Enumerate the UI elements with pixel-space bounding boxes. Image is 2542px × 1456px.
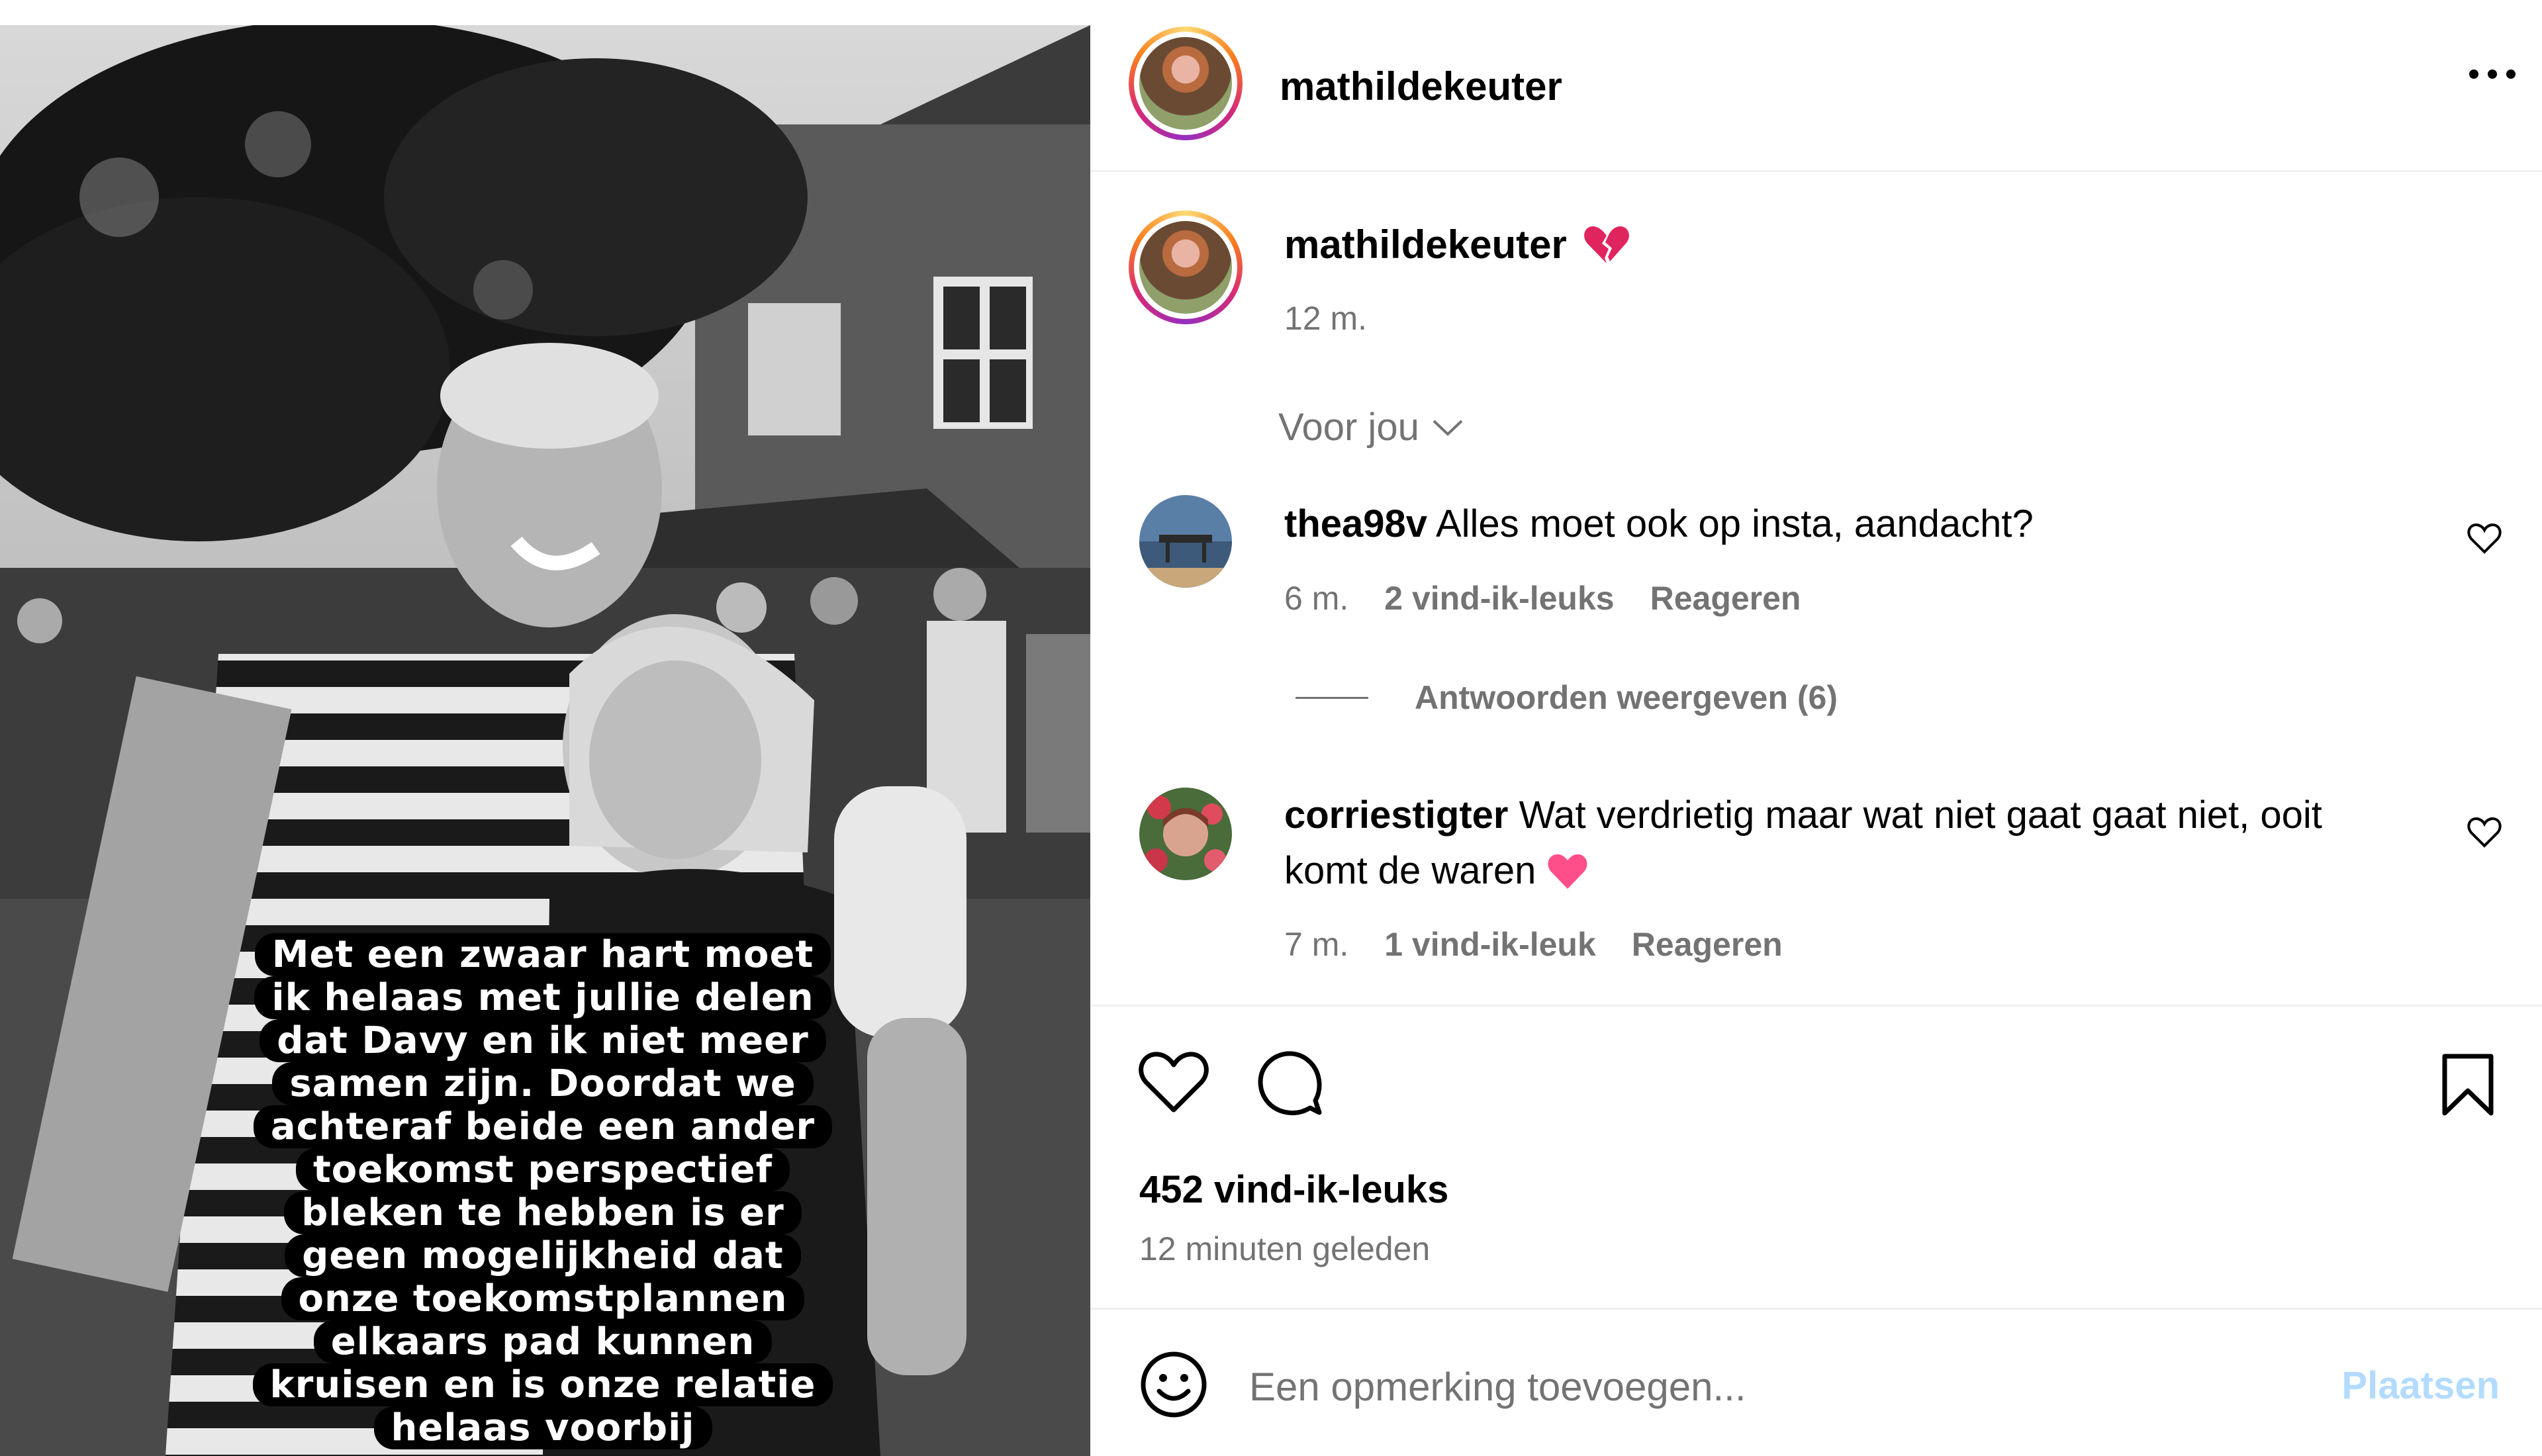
- image-caption-line: ik helaas met jullie delen: [254, 976, 831, 1019]
- comment-time: 7 m.: [1284, 926, 1349, 963]
- comment-likes[interactable]: 2 vind-ik-leuks: [1384, 579, 1614, 617]
- smiley-icon[interactable]: [1139, 1350, 1208, 1419]
- header-username[interactable]: mathildekeuter: [1280, 64, 1562, 109]
- caption-avatar[interactable]: [1129, 210, 1243, 324]
- comment-avatar[interactable]: [1139, 788, 1232, 880]
- comment-like-heart-icon[interactable]: [2466, 520, 2503, 557]
- comment-text: Alles moet ook op insta, aandacht?: [1435, 502, 2034, 545]
- reply-button[interactable]: Reageren: [1650, 579, 1801, 617]
- image-caption-line: geen mogelijkheid dat: [285, 1234, 801, 1277]
- image-caption-line: onze toekomstplannen: [281, 1277, 805, 1320]
- comment-username[interactable]: thea98v: [1284, 502, 1427, 545]
- comment-avatar[interactable]: [1139, 495, 1232, 588]
- composer-divider: [1090, 1308, 2542, 1310]
- comment-filter-dropdown[interactable]: Voor jou: [1278, 405, 1464, 449]
- image-caption-line: samen zijn. Doordat we: [272, 1062, 814, 1105]
- image-caption-line: kruisen en is onze relatie: [252, 1363, 833, 1406]
- post-timestamp[interactable]: 12 minuten geleden: [1139, 1230, 1430, 1268]
- comment-filter-label: Voor jou: [1278, 406, 1419, 449]
- comment-body: corriestigter Wat verdrietig maar wat ni…: [1284, 788, 2370, 899]
- more-horizontal-icon[interactable]: [2469, 69, 2516, 79]
- image-caption-line: dat Davy en ik niet meer: [259, 1019, 826, 1062]
- reply-button[interactable]: Reageren: [1632, 925, 1783, 964]
- post-header: mathildekeuter: [1090, 0, 2542, 172]
- caption-username[interactable]: mathildekeuter: [1284, 222, 1567, 267]
- image-caption-line: helaas voorbij: [373, 1406, 712, 1449]
- broken-heart-emoji: [1584, 226, 1629, 263]
- post-image: Met een zwaar hart moet ik helaas met ju…: [0, 0, 1090, 1456]
- comment-input[interactable]: [1249, 1357, 2242, 1416]
- view-replies-label: Antwoorden weergeven (6): [1415, 679, 1838, 716]
- comment-like-heart-icon[interactable]: [2466, 814, 2503, 851]
- view-replies-button[interactable]: Antwoorden weergeven (6): [1295, 678, 1838, 717]
- comment-meta: 7 m. 1 vind-ik-leuk Reageren: [1284, 925, 1783, 964]
- image-caption-overlay: Met een zwaar hart moet ik helaas met ju…: [252, 933, 834, 1449]
- image-caption-line: toekomst perspectief: [296, 1148, 790, 1191]
- comment-likes[interactable]: 1 vind-ik-leuk: [1384, 925, 1596, 964]
- post-side-panel: mathildekeuter mathildekeuter 12 m. Voor…: [1090, 0, 2542, 1456]
- actions-divider: [1090, 1005, 2542, 1007]
- caption-time: 12 m.: [1284, 300, 1368, 337]
- comment-username[interactable]: corriestigter: [1284, 794, 1508, 837]
- image-caption-line: bleken te hebben is er: [284, 1191, 802, 1234]
- comment-icon[interactable]: [1256, 1049, 1325, 1118]
- comment-body: thea98v Alles moet ook op insta, aandach…: [1284, 496, 2370, 552]
- likes-count[interactable]: 452 vind-ik-leuks: [1139, 1167, 1448, 1212]
- post-comment-button[interactable]: Plaatsen: [2341, 1363, 2500, 1408]
- bookmark-icon[interactable]: [2439, 1052, 2496, 1117]
- header-avatar[interactable]: [1129, 26, 1243, 140]
- replies-divider: [1295, 696, 1368, 699]
- comment-time: 6 m.: [1284, 580, 1349, 617]
- image-caption-line: achteraf beide een ander: [253, 1105, 833, 1148]
- heart-icon[interactable]: [1138, 1049, 1209, 1115]
- chevron-down-icon: [1433, 420, 1463, 436]
- image-caption-line: Met een zwaar hart moet: [254, 933, 831, 976]
- comment-meta: 6 m. 2 vind-ik-leuks Reageren: [1284, 579, 1801, 617]
- image-top-margin: [0, 0, 1090, 25]
- pink-heart-emoji: [1548, 854, 1587, 889]
- image-caption-line: elkaars pad kunnen: [313, 1320, 773, 1363]
